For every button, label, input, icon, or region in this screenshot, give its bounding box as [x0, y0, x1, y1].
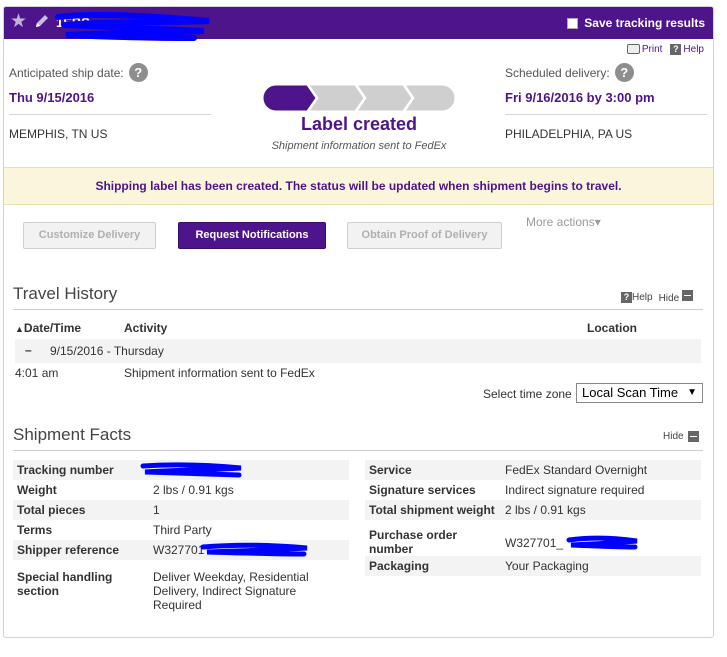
- request-notifications-button[interactable]: Request Notifications: [178, 222, 326, 249]
- ship-destination-block: Scheduled delivery: ? Fri 9/16/2016 by 3…: [505, 63, 707, 141]
- column-header-datetime[interactable]: ▲Date/Time: [15, 321, 81, 335]
- fact-row: Weight 2 lbs / 0.91 kgs: [17, 483, 234, 497]
- day-group-row[interactable]: – 9/15/2016 - Thursday: [15, 339, 701, 363]
- help-link[interactable]: ? Help: [670, 44, 704, 55]
- fact-row: Special handling section Deliver Weekday…: [17, 570, 309, 612]
- origin-location: MEMPHIS, TN US: [9, 127, 108, 141]
- travel-help-link[interactable]: ? Help: [621, 291, 653, 303]
- save-tracking-toggle[interactable]: Save tracking results: [567, 16, 705, 30]
- status-banner: Shipping label has been created. The sta…: [4, 167, 713, 205]
- event-activity: Shipment information sent to FedEx: [124, 366, 315, 380]
- status-progress-bar: [263, 85, 455, 111]
- fact-row: Total shipment weight 2 lbs / 0.91 kgs: [365, 500, 701, 520]
- travel-history-title: Travel History: [13, 284, 118, 303]
- more-actions-dropdown[interactable]: More actions▾: [526, 215, 601, 229]
- facts-hide-link[interactable]: Hide: [663, 431, 699, 442]
- help-icon: ?: [621, 291, 632, 303]
- fact-row: Purchase order number W327701_: [365, 520, 701, 556]
- print-link[interactable]: Print: [626, 44, 662, 55]
- printer-icon: [626, 44, 640, 55]
- section-divider: [13, 309, 703, 310]
- shipment-facts-title: Shipment Facts: [13, 425, 132, 444]
- redaction-scribble: [140, 462, 242, 478]
- travel-hide-link[interactable]: Hide: [659, 290, 693, 304]
- customize-delivery-button[interactable]: Customize Delivery: [23, 222, 156, 249]
- scheduled-delivery-date: Fri 9/16/2016 by 3:00 pm: [505, 90, 655, 105]
- redaction-scribble: [200, 542, 308, 557]
- fact-row: Total pieces 1: [13, 500, 349, 520]
- redaction-scribble: [55, 11, 210, 41]
- obtain-proof-button[interactable]: Obtain Proof of Delivery: [347, 222, 502, 249]
- divider: [505, 114, 707, 115]
- column-header-activity: Activity: [124, 321, 168, 335]
- travel-history-tools: ? Help Hide: [621, 290, 693, 304]
- progress-step: [263, 85, 317, 111]
- collapse-icon: [687, 431, 699, 442]
- save-tracking-checkbox[interactable]: [567, 17, 579, 29]
- ship-origin-block: Anticipated ship date: ? Thu 9/15/2016 M…: [9, 63, 211, 141]
- fact-row: Terms Third Party: [17, 523, 212, 537]
- time-zone-label: Select time zone: [483, 387, 572, 401]
- fact-row: Tracking number: [13, 460, 349, 480]
- scheduled-delivery-label: Scheduled delivery:: [505, 65, 610, 80]
- section-divider: [13, 450, 703, 451]
- sort-ascending-icon: ▲: [15, 324, 24, 334]
- question-icon[interactable]: ?: [614, 63, 634, 82]
- collapse-day-toggle[interactable]: –: [25, 343, 32, 357]
- time-zone-select[interactable]: Local Scan Time ▼: [576, 383, 703, 403]
- divider: [9, 114, 211, 115]
- collapse-icon: [681, 290, 693, 301]
- fact-row: Signature services Indirect signature re…: [369, 483, 645, 497]
- day-group-label: 9/15/2016 - Thursday: [50, 344, 164, 358]
- redaction-scribble: [566, 535, 638, 550]
- progress-step: [308, 85, 365, 111]
- fact-row: Packaging Your Packaging: [365, 556, 701, 576]
- destination-location: PHILADELPHIA, PA US: [505, 127, 633, 141]
- fact-row: Service FedEx Standard Overnight: [365, 460, 701, 480]
- help-icon: ?: [670, 44, 682, 55]
- utility-links: Print ? Help: [626, 44, 704, 55]
- tracking-header-bar: ★ 1EBS Save tracking results: [4, 7, 713, 41]
- anticipated-ship-label: Anticipated ship date:: [9, 65, 124, 80]
- pencil-icon[interactable]: [33, 12, 51, 30]
- anticipated-ship-date: Thu 9/15/2016: [9, 90, 95, 105]
- event-time: 4:01 am: [15, 366, 59, 380]
- star-icon[interactable]: ★: [10, 11, 27, 33]
- save-tracking-label: Save tracking results: [584, 16, 705, 30]
- tracking-panel: ★ 1EBS Save tracking results Print ? Help…: [3, 6, 714, 638]
- column-header-location: Location: [587, 321, 637, 335]
- dropdown-arrow-icon: ▼: [687, 387, 697, 398]
- caret-down-icon: ▾: [594, 215, 601, 229]
- status-title: Label created: [300, 114, 418, 134]
- progress-step: [356, 85, 413, 111]
- question-icon[interactable]: ?: [128, 63, 148, 82]
- status-subtitle: Shipment information sent to FedEx: [271, 140, 447, 152]
- fact-row: Shipper reference W327701: [13, 540, 349, 560]
